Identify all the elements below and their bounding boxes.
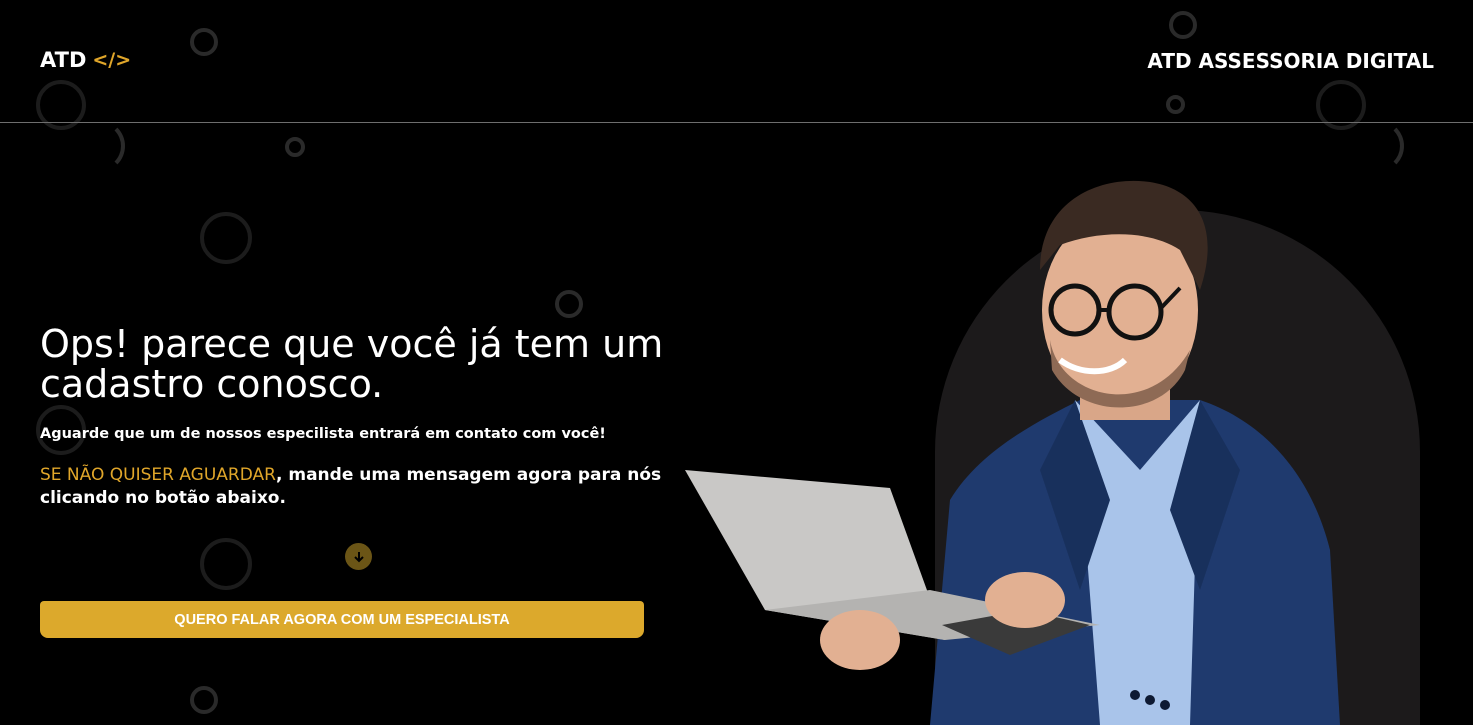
cta-text: SE NÃO QUISER AGUARDAR, mande uma mensag…	[40, 464, 680, 510]
code-icon: </>	[92, 49, 132, 71]
decor-circle	[285, 137, 305, 157]
decor-arc	[1352, 120, 1404, 172]
logo-text: ATD	[40, 48, 87, 72]
talk-to-specialist-button[interactable]: QUERO FALAR AGORA COM UM ESPECIALISTA	[40, 601, 644, 638]
brand-name: ATD ASSESSORIA DIGITAL	[1147, 49, 1434, 73]
decor-circle	[555, 290, 583, 318]
page-title: Ops! parece que você já tem um cadastro …	[40, 322, 664, 406]
subtitle: Aguarde que um de nossos especilista ent…	[40, 426, 606, 442]
logo[interactable]: ATD </>	[40, 48, 131, 72]
decor-circle	[200, 212, 252, 264]
decor-circle	[200, 538, 252, 590]
hero-person-image	[685, 180, 1340, 725]
decor-circle	[190, 686, 218, 714]
arrow-down-icon	[345, 543, 372, 570]
top-header: ATD </> ATD ASSESSORIA DIGITAL	[0, 0, 1473, 123]
decor-arc	[73, 120, 125, 172]
cta-accent: SE NÃO QUISER AGUARDAR	[40, 465, 276, 485]
